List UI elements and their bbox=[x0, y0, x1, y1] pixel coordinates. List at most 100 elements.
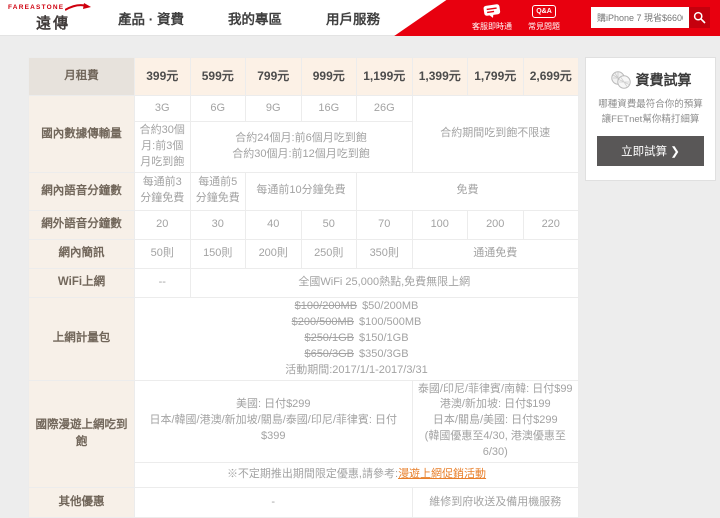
offnet-voice-cell: 100 bbox=[411, 209, 468, 240]
nav-item-my-zone[interactable]: 我的專區 bbox=[228, 8, 282, 28]
search-bar bbox=[591, 7, 710, 28]
sms-cell: 200則 bbox=[245, 238, 302, 269]
data-contract-mid-line2: 合約30個月:前12個月吃到飽 bbox=[232, 147, 370, 160]
roaming-promo-cell: ※不定期推出期間限定優惠,請參考:漫遊上網促銷活動 bbox=[134, 462, 579, 489]
roaming-right-line4: (韓國優惠至4/30, 港澳優惠至6/30) bbox=[424, 430, 566, 459]
package-line: $250/1GB $150/1GB bbox=[138, 331, 575, 347]
rate-calculator-panel: 資費試算 哪種資費最符合你的預算 讓FETnet幫你精打細算 立即試算 ❯ bbox=[585, 57, 716, 182]
sms-cell: 350則 bbox=[356, 238, 413, 269]
data-contract-mid-cell: 合約24個月:前6個月吃到飽 合約30個月:前12個月吃到飽 bbox=[189, 121, 413, 173]
data-volume-cell: 3G bbox=[134, 95, 191, 122]
data-unlimited-cell: 合約期間吃到飽不限速 bbox=[411, 95, 579, 173]
plan-price: 399元 bbox=[134, 57, 191, 96]
other-benefits-text-cell: 維修到府收送及備用機服務 bbox=[411, 487, 579, 518]
row-label-sms: 網內簡訊 bbox=[28, 238, 135, 269]
roaming-right-line3: 日本/關島/美國: 日付$299 bbox=[432, 414, 558, 427]
package-new-price: $100/500MB bbox=[359, 315, 422, 328]
logo-brand-text: FAREASTONE bbox=[8, 4, 65, 11]
row-label-offnet-voice: 網外語音分鐘數 bbox=[28, 209, 135, 240]
row-label-other-benefits: 其他優惠 bbox=[28, 487, 135, 518]
onnet-voice-cell: 每通前3分鐘免費 bbox=[134, 171, 191, 211]
rate-calculator-line2: 讓FETnet幫你精打細算 bbox=[601, 114, 700, 126]
table-row-data-volume: 國內數據傳輸量 3G 6G 9G 16G 26G 合約期間吃到飽不限速 bbox=[28, 95, 579, 173]
calculate-now-button[interactable]: 立即試算 ❯ bbox=[597, 136, 704, 167]
sms-cell: 250則 bbox=[300, 238, 357, 269]
top-header: FAREASTONE 遠傳 產品 · 資費 我的專區 用戶服務 客服即時通 Q&… bbox=[0, 0, 720, 36]
other-benefits-dash-cell: - bbox=[134, 487, 413, 518]
fareastone-logo[interactable]: FAREASTONE 遠傳 bbox=[8, 3, 98, 33]
package-old-price: $100/200MB bbox=[294, 299, 358, 312]
roaming-promo-link[interactable]: 漫遊上網促銷活動 bbox=[398, 468, 486, 480]
data-contract-mid-line1: 合約24個月:前6個月吃到飽 bbox=[235, 131, 367, 144]
offnet-voice-cell: 20 bbox=[134, 209, 191, 240]
plan-price: 2,699元 bbox=[522, 57, 579, 96]
onnet-voice-cell: 每通前10分鐘免費 bbox=[245, 171, 357, 211]
plan-price: 999元 bbox=[300, 57, 357, 96]
data-volume-cell: 16G bbox=[300, 95, 357, 122]
logo-company-name: 遠傳 bbox=[35, 15, 70, 32]
live-chat-link[interactable]: 客服即時通 bbox=[472, 3, 512, 32]
offnet-voice-cell: 70 bbox=[356, 209, 413, 240]
data-contract-small-cell: 合約30個月:前3個月吃到飽 bbox=[134, 121, 191, 173]
chat-bubble-icon bbox=[483, 3, 502, 19]
sms-free-cell: 通通免費 bbox=[411, 238, 579, 269]
table-row-monthly-fee: 月租費 399元 599元 799元 999元 1,199元 1,399元 1,… bbox=[28, 57, 579, 96]
plan-price: 1,199元 bbox=[356, 57, 413, 96]
package-old-price: $200/500MB bbox=[291, 315, 354, 328]
table-row-roaming: 國際漫遊上網吃到飽 美國: 日付$299 日本/韓國/港澳/新加坡/關島/泰國/… bbox=[28, 379, 579, 489]
faq-link[interactable]: Q&A 常見問題 bbox=[528, 3, 560, 32]
nav-item-customer-service[interactable]: 用戶服務 bbox=[326, 8, 380, 28]
logo-swoosh-icon bbox=[65, 3, 92, 11]
quick-links: 客服即時通 Q&A 常見問題 bbox=[472, 3, 560, 32]
main-nav: 產品 · 資費 我的專區 用戶服務 bbox=[118, 0, 380, 36]
search-input[interactable] bbox=[591, 7, 689, 28]
offnet-voice-cell: 50 bbox=[300, 209, 357, 240]
row-label-wifi: WiFi上網 bbox=[28, 267, 135, 298]
data-package-cell: $100/200MB $50/200MB $200/500MB $100/500MB… bbox=[134, 296, 579, 381]
roaming-right-line2: 港澳/新加坡: 日付$199 bbox=[439, 398, 551, 411]
nav-item-products-rates[interactable]: 產品 · 資費 bbox=[118, 8, 184, 28]
package-period: 活動期間:2017/1/1-2017/3/31 bbox=[285, 363, 428, 376]
package-new-price: $150/1GB bbox=[359, 331, 409, 344]
row-label-onnet-voice: 網內語音分鐘數 bbox=[28, 171, 135, 211]
table-row-offnet-voice: 網外語音分鐘數 20 30 40 50 70 100 200 220 bbox=[28, 209, 579, 240]
offnet-voice-cell: 220 bbox=[522, 209, 579, 240]
data-volume-cell: 6G bbox=[189, 95, 246, 122]
data-volume-cell: 26G bbox=[356, 95, 413, 122]
package-old-price: $250/1GB bbox=[304, 331, 354, 344]
row-label-roaming: 國際漫遊上網吃到飽 bbox=[28, 379, 135, 489]
package-line: $650/3GB $350/3GB bbox=[138, 347, 575, 363]
qa-icon-text: Q&A bbox=[532, 4, 556, 18]
red-banner: 客服即時通 Q&A 常見問題 bbox=[394, 0, 720, 36]
search-icon bbox=[693, 11, 706, 24]
offnet-voice-cell: 30 bbox=[189, 209, 246, 240]
plan-price: 799元 bbox=[245, 57, 302, 96]
promo-note-text: ※不定期推出期間限定優惠,請參考: bbox=[226, 468, 399, 481]
sms-cell: 150則 bbox=[189, 238, 246, 269]
roaming-left-cell: 美國: 日付$299 日本/韓國/港澳/新加坡/關島/泰國/印尼/菲律賓: 日付… bbox=[134, 379, 413, 464]
package-old-price: $650/3GB bbox=[304, 347, 354, 360]
package-new-price: $350/3GB bbox=[359, 347, 409, 360]
package-new-price: $50/200MB bbox=[362, 299, 419, 312]
rate-calculator-line1: 哪種資費最符合你的預算 bbox=[598, 99, 703, 110]
roaming-right-line1: 泰國/印尼/菲律賓/南韓: 日付$99 bbox=[417, 382, 573, 395]
offnet-voice-cell: 200 bbox=[467, 209, 524, 240]
package-line: $100/200MB $50/200MB bbox=[138, 299, 575, 315]
coins-icon bbox=[610, 71, 631, 89]
roaming-left-line2: 日本/韓國/港澳/新加坡/關島/泰國/印尼/菲律賓: 日付$399 bbox=[149, 414, 397, 443]
plan-comparison-table: 月租費 399元 599元 799元 999元 1,199元 1,399元 1,… bbox=[28, 57, 579, 518]
table-row-sms: 網內簡訊 50則 150則 200則 250則 350則 通通免費 bbox=[28, 238, 579, 269]
onnet-voice-cell: 每通前5分鐘免費 bbox=[189, 171, 246, 211]
table-row-onnet-voice: 網內語音分鐘數 每通前3分鐘免費 每通前5分鐘免費 每通前10分鐘免費 免費 bbox=[28, 171, 579, 211]
row-label-data-package: 上網計量包 bbox=[28, 296, 135, 381]
sms-cell: 50則 bbox=[134, 238, 191, 269]
table-row-data-package: 上網計量包 $100/200MB $50/200MB $200/500MB $100… bbox=[28, 296, 579, 381]
rate-calculator-title: 資費試算 bbox=[635, 72, 692, 88]
wifi-dash-cell: -- bbox=[134, 267, 191, 298]
table-row-other-benefits: 其他優惠 - 維修到府收送及備用機服務 bbox=[28, 487, 579, 518]
search-button[interactable] bbox=[689, 7, 710, 28]
data-volume-cell: 9G bbox=[245, 95, 302, 122]
offnet-voice-cell: 40 bbox=[245, 209, 302, 240]
plan-price: 1,799元 bbox=[467, 57, 524, 96]
qa-icon: Q&A bbox=[532, 3, 556, 19]
